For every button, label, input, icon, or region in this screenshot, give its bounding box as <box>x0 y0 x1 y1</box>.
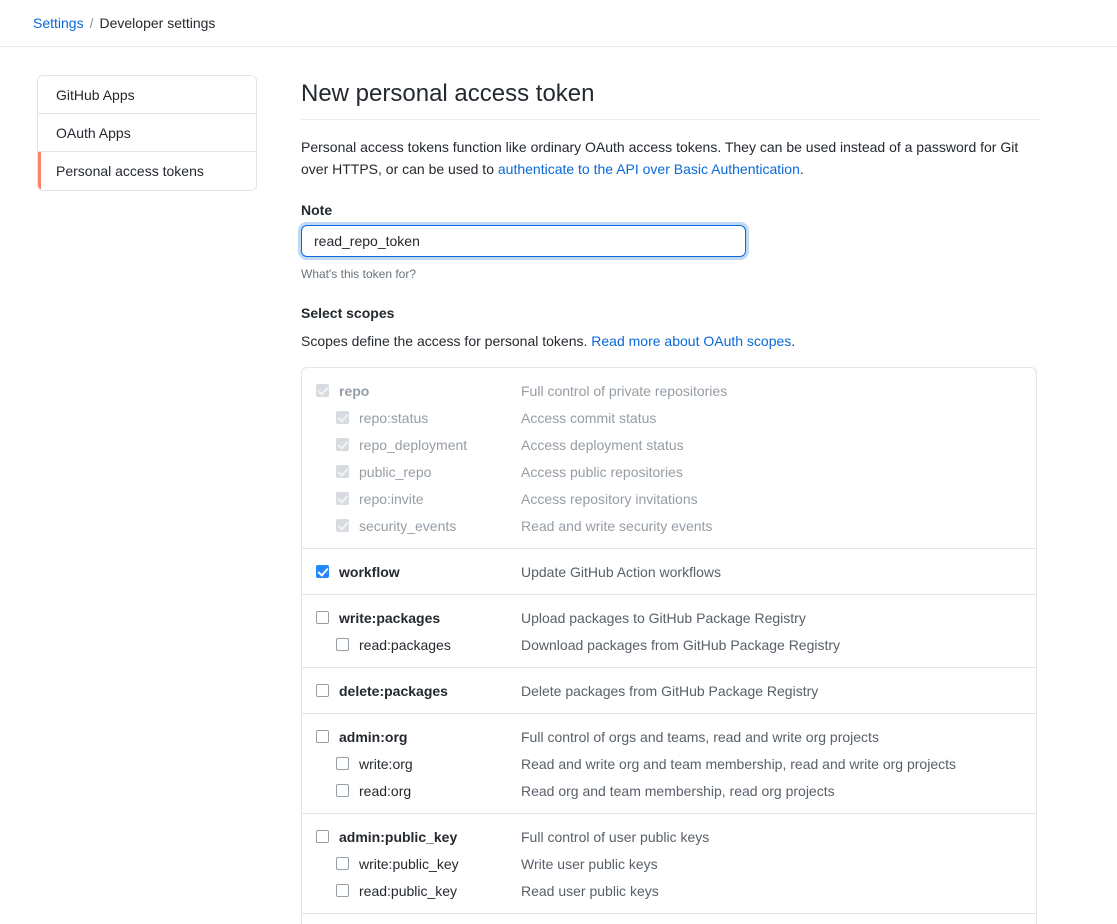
scope-name: repo:status <box>359 409 429 426</box>
checkbox-admin-org[interactable] <box>316 730 329 744</box>
scope-name: write:packages <box>339 609 441 626</box>
scope-description: Delete packages from GitHub Package Regi… <box>521 682 819 699</box>
scope-name: repo_deployment <box>359 436 468 453</box>
scopes-description-part2: . <box>791 333 796 350</box>
note-label: Note <box>301 202 333 219</box>
checkbox-read-org[interactable] <box>336 784 349 798</box>
scope-description: Access public repositories <box>521 463 683 480</box>
scope-group: workflow Update GitHub Action workflows <box>302 549 1036 596</box>
scope-name: public_repo <box>359 463 432 480</box>
scope-row-repo-status[interactable]: repo:status Access commit status <box>302 404 1036 431</box>
checkbox-workflow[interactable] <box>316 565 329 579</box>
page-body: GitHub Apps OAuth Apps Personal access tok… <box>0 47 1117 924</box>
scope-row-repo-deployment[interactable]: repo_deployment Access deployment status <box>302 431 1036 458</box>
scopes-description-part1: Scopes define the access for personal to… <box>301 333 592 350</box>
breadcrumb-link-settings[interactable]: Settings <box>33 15 84 31</box>
scope-group: write:packages Upload packages to GitHub … <box>302 595 1036 669</box>
checkbox-write-org[interactable] <box>336 757 349 771</box>
scope-description: Access deployment status <box>521 436 684 453</box>
checkbox-repo-status <box>336 411 349 425</box>
scope-name: delete:packages <box>339 682 448 699</box>
scope-name: admin:org <box>339 728 408 745</box>
page-title: New personal access token <box>301 79 1041 120</box>
checkbox-write-packages[interactable] <box>316 611 329 625</box>
scope-group: admin:repo_hookFull control of repositor… <box>302 914 1036 924</box>
sidebar-item-label: Personal access tokens <box>56 163 204 179</box>
scope-row-write-packages[interactable]: write:packages Upload packages to GitHub … <box>302 604 1036 631</box>
checkbox-read-packages[interactable] <box>336 638 349 652</box>
scope-row-read-public-key[interactable]: read:public_key Read user public keys <box>302 877 1036 904</box>
scope-row-public-repo[interactable]: public_repo Access public repositories <box>302 458 1036 485</box>
scope-description: Full control of orgs and teams, read and… <box>521 728 879 745</box>
scope-row-write-public-key[interactable]: write:public_key Write user public keys <box>302 850 1036 877</box>
scope-row-read-packages[interactable]: read:packages Download packages from GitH… <box>302 631 1036 658</box>
sidebar-item-github-apps[interactable]: GitHub Apps <box>38 76 256 114</box>
scope-name: write:public_key <box>359 855 459 872</box>
main-content: New personal access token Personal acces… <box>301 75 1041 924</box>
scope-name: read:packages <box>359 636 451 653</box>
checkbox-repo-deployment <box>336 438 349 452</box>
scopes-list: repo Full control of private repositories… <box>301 367 1037 924</box>
scope-name: read:org <box>359 782 412 799</box>
scope-row-repo-invite[interactable]: repo:invite Access repository invitations <box>302 485 1036 512</box>
scope-description: Download packages from GitHub Package Re… <box>521 636 841 653</box>
scope-description: Access commit status <box>521 409 657 426</box>
scope-name: read:public_key <box>359 882 458 899</box>
scope-description: Access repository invitations <box>521 490 698 507</box>
oauth-scopes-link[interactable]: Read more about OAuth scopes <box>591 333 791 349</box>
scope-group: repo Full control of private repositories… <box>302 368 1036 550</box>
scope-name: workflow <box>339 563 400 580</box>
scope-description: Full control of private repositories <box>521 382 728 399</box>
scope-row-write-org[interactable]: write:org Read and write org and team mem… <box>302 750 1036 777</box>
scope-description: Write user public keys <box>521 855 658 872</box>
scope-description: Upload packages to GitHub Package Regist… <box>521 609 806 626</box>
scope-name: repo:invite <box>359 490 424 507</box>
scope-name: repo <box>339 382 370 399</box>
checkbox-admin-public-key[interactable] <box>316 830 329 844</box>
checkbox-write-public-key[interactable] <box>336 857 349 871</box>
scope-description: Read and write org and team membership, … <box>521 755 956 772</box>
sidebar-item-oauth-apps[interactable]: OAuth Apps <box>38 114 256 152</box>
scope-description: Read user public keys <box>521 882 659 899</box>
scope-group: admin:public_key Full control of user pub… <box>302 814 1036 915</box>
scope-name: security_events <box>359 517 457 534</box>
sidebar-item-label: OAuth Apps <box>56 124 131 141</box>
breadcrumb-current: Developer settings <box>99 15 216 31</box>
scope-row-admin-org[interactable]: admin:org Full control of orgs and teams,… <box>302 723 1036 750</box>
scope-name: write:org <box>359 755 413 772</box>
checkbox-security-events <box>336 519 349 533</box>
scope-row-workflow[interactable]: workflow Update GitHub Action workflows <box>302 558 1036 585</box>
intro-text-part2: . <box>799 160 804 177</box>
scope-row-delete-packages[interactable]: delete:packages Delete packages from GitH… <box>302 677 1036 704</box>
intro-paragraph: Personal access tokens function like ord… <box>301 137 1041 180</box>
scope-name: admin:public_key <box>339 828 458 845</box>
scopes-description: Scopes define the access for personal to… <box>301 333 1041 349</box>
note-hint: What's this token for? <box>301 267 417 282</box>
checkbox-public-repo <box>336 465 349 479</box>
checkbox-delete-packages[interactable] <box>316 684 329 698</box>
basic-authentication-link[interactable]: authenticate to the API over Basic Authe… <box>498 161 800 177</box>
scope-row-repo[interactable]: repo Full control of private repositories <box>302 377 1036 404</box>
scope-row-read-org[interactable]: read:org Read org and team membership, re… <box>302 777 1036 804</box>
sidebar-item-personal-access-tokens[interactable]: Personal access tokens <box>38 152 256 190</box>
scope-description: Update GitHub Action workflows <box>521 563 721 580</box>
note-input[interactable] <box>301 225 746 258</box>
scope-description: Full control of user public keys <box>521 828 710 845</box>
checkbox-repo-invite <box>336 492 349 506</box>
scope-row-security-events[interactable]: security_events Read and write security e… <box>302 512 1036 539</box>
scope-group: delete:packages Delete packages from GitH… <box>302 668 1036 715</box>
breadcrumb-separator: / <box>89 15 94 31</box>
checkbox-repo <box>316 384 329 398</box>
scope-group: admin:org Full control of orgs and teams,… <box>302 714 1036 815</box>
settings-sidebar: GitHub Apps OAuth Apps Personal access tok… <box>37 75 257 191</box>
scope-description: Read and write security events <box>521 517 713 534</box>
sidebar-item-label: GitHub Apps <box>56 86 135 103</box>
scope-description: Read org and team membership, read org p… <box>521 782 835 799</box>
breadcrumb: Settings / Developer settings <box>0 0 1117 47</box>
checkbox-read-public-key[interactable] <box>336 884 349 898</box>
scope-row-admin-public-key[interactable]: admin:public_key Full control of user pub… <box>302 823 1036 850</box>
select-scopes-heading: Select scopes <box>301 305 395 322</box>
